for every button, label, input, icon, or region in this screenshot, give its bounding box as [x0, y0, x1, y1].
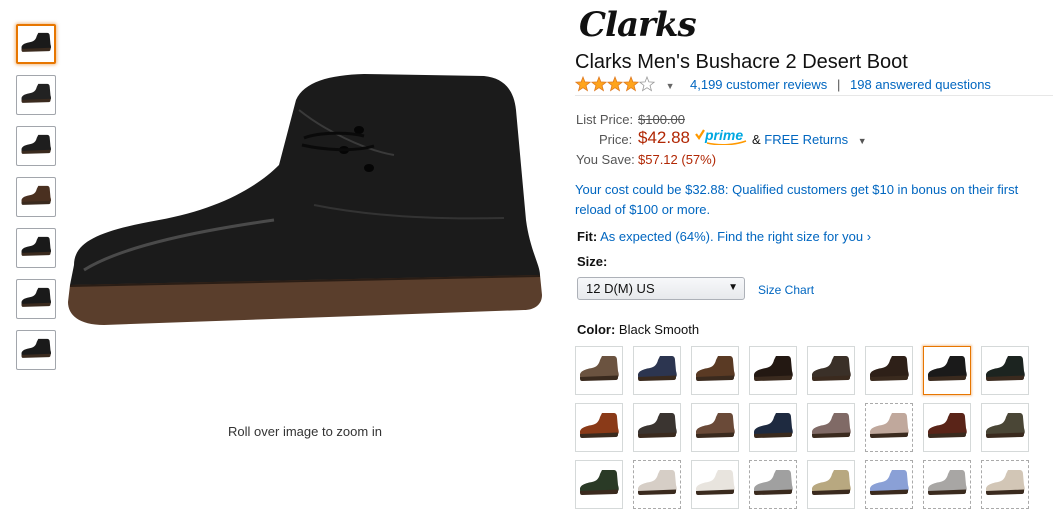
- boot-pair-icon: [20, 336, 52, 365]
- color-selected-value: Black Smooth: [618, 322, 700, 337]
- free-returns-caret-icon[interactable]: ▼: [858, 136, 867, 146]
- boot-side-icon: [20, 30, 52, 59]
- color-swatch-15[interactable]: [923, 403, 971, 452]
- thumbnail-2[interactable]: [16, 75, 56, 115]
- color-swatch-7[interactable]: [923, 346, 971, 395]
- size-select[interactable]: 12 D(M) US ▼: [577, 277, 745, 300]
- color-swatch-5[interactable]: [807, 346, 855, 395]
- boot-swatch-icon: [868, 467, 910, 502]
- boot-sole-icon: [20, 183, 52, 212]
- boot-swatch-icon: [984, 467, 1026, 502]
- boot-swatch-icon: [636, 410, 678, 445]
- thumbnail-4[interactable]: [16, 177, 56, 217]
- thumbnail-3[interactable]: [16, 126, 56, 166]
- color-swatch-6[interactable]: [865, 346, 913, 395]
- free-returns-prefix: &: [752, 132, 761, 147]
- color-swatch-11[interactable]: [691, 403, 739, 452]
- color-swatch-3[interactable]: [691, 346, 739, 395]
- svg-text:Clarks: Clarks: [579, 5, 696, 44]
- product-title: Clarks Men's Bushacre 2 Desert Boot: [575, 51, 908, 73]
- color-swatch-16[interactable]: [981, 403, 1029, 452]
- fit-label: Fit:: [577, 229, 598, 244]
- color-swatch-14[interactable]: [865, 403, 913, 452]
- boot-swatch-icon: [926, 353, 968, 388]
- thumbnail-strip: [16, 24, 58, 381]
- color-swatch-20[interactable]: [749, 460, 797, 509]
- color-swatch-19[interactable]: [691, 460, 739, 509]
- boot-swatch-icon: [578, 410, 620, 445]
- boot-swatch-icon: [752, 353, 794, 388]
- color-swatch-21[interactable]: [807, 460, 855, 509]
- boot-swatch-icon: [868, 410, 910, 445]
- list-price-value: $100.00: [638, 112, 685, 127]
- customer-reviews-link[interactable]: 4,199 customer reviews: [690, 77, 827, 92]
- color-swatch-1[interactable]: [575, 346, 623, 395]
- boot-swatch-icon: [694, 467, 736, 502]
- color-swatch-17[interactable]: [575, 460, 623, 509]
- thumbnail-7[interactable]: [16, 330, 56, 370]
- rating-separator: |: [837, 77, 841, 92]
- boot-swatch-icon: [810, 410, 852, 445]
- color-swatch-22[interactable]: [865, 460, 913, 509]
- free-returns: & FREE Returns ▼: [752, 132, 867, 147]
- boot-top-icon: [20, 285, 52, 314]
- list-price-label: List Price:: [576, 112, 634, 127]
- color-label-text: Color:: [577, 322, 616, 337]
- boot-swatch-icon: [984, 353, 1026, 388]
- boot-swatch-icon: [636, 353, 678, 388]
- you-save-label: You Save:: [576, 152, 635, 167]
- fit-info: Fit: As expected (64%). Find the right s…: [577, 229, 871, 244]
- color-swatch-13[interactable]: [807, 403, 855, 452]
- color-swatch-4[interactable]: [749, 346, 797, 395]
- brand-logo[interactable]: Clarks: [577, 4, 697, 44]
- prime-logo-icon: prime: [695, 127, 747, 145]
- thumbnail-6[interactable]: [16, 279, 56, 319]
- rating-row: ▼ 4,199 customer reviews | 198 answered …: [574, 75, 1053, 96]
- zoom-hint: Roll over image to zoom in: [228, 424, 382, 439]
- star-rating-icon[interactable]: [574, 75, 656, 95]
- boot-swatch-icon: [578, 467, 620, 502]
- size-chart-link[interactable]: Size Chart: [758, 283, 814, 297]
- boot-swatch-icon: [810, 467, 852, 502]
- boot-swatch-icon: [694, 410, 736, 445]
- color-swatch-2[interactable]: [633, 346, 681, 395]
- boot-swatch-icon: [926, 410, 968, 445]
- answered-questions-link[interactable]: 198 answered questions: [850, 77, 991, 92]
- color-swatch-12[interactable]: [749, 403, 797, 452]
- boot-swatch-icon: [752, 410, 794, 445]
- size-label: Size:: [577, 254, 608, 269]
- chevron-down-icon: ▼: [728, 282, 738, 293]
- color-swatch-23[interactable]: [923, 460, 971, 509]
- boot-swatch-icon: [752, 467, 794, 502]
- rating-dropdown-caret-icon[interactable]: ▼: [666, 81, 675, 91]
- boot-swatch-icon: [694, 353, 736, 388]
- size-selected-value: 12 D(M) US: [586, 281, 655, 296]
- color-label: Color: Black Smooth: [577, 322, 699, 337]
- boot-swatch-icon: [810, 353, 852, 388]
- boot-back-icon: [20, 132, 52, 161]
- color-swatch-18[interactable]: [633, 460, 681, 509]
- product-main-image[interactable]: [64, 70, 548, 330]
- boot-swatch-icon: [984, 410, 1026, 445]
- price-value: $42.88: [638, 128, 690, 147]
- boot-front-icon: [20, 81, 52, 110]
- fit-value-link[interactable]: As expected (64%). Find the right size f…: [600, 229, 871, 244]
- boot-swatch-icon: [926, 467, 968, 502]
- boot-swatch-icon: [868, 353, 910, 388]
- color-swatch-24[interactable]: [981, 460, 1029, 509]
- boot-side-icon: [20, 234, 52, 263]
- promo-message[interactable]: Your cost could be $32.88: Qualified cus…: [575, 180, 1045, 220]
- price-label: Price:: [599, 132, 633, 147]
- svg-text:prime: prime: [704, 127, 743, 143]
- free-returns-link[interactable]: FREE Returns: [764, 132, 848, 147]
- boot-swatch-icon: [636, 467, 678, 502]
- color-swatch-8[interactable]: [981, 346, 1029, 395]
- boot-swatch-icon: [578, 353, 620, 388]
- color-swatch-9[interactable]: [575, 403, 623, 452]
- color-swatch-10[interactable]: [633, 403, 681, 452]
- thumbnail-1[interactable]: [16, 24, 56, 64]
- you-save-value: $57.12 (57%): [638, 152, 717, 167]
- thumbnail-5[interactable]: [16, 228, 56, 268]
